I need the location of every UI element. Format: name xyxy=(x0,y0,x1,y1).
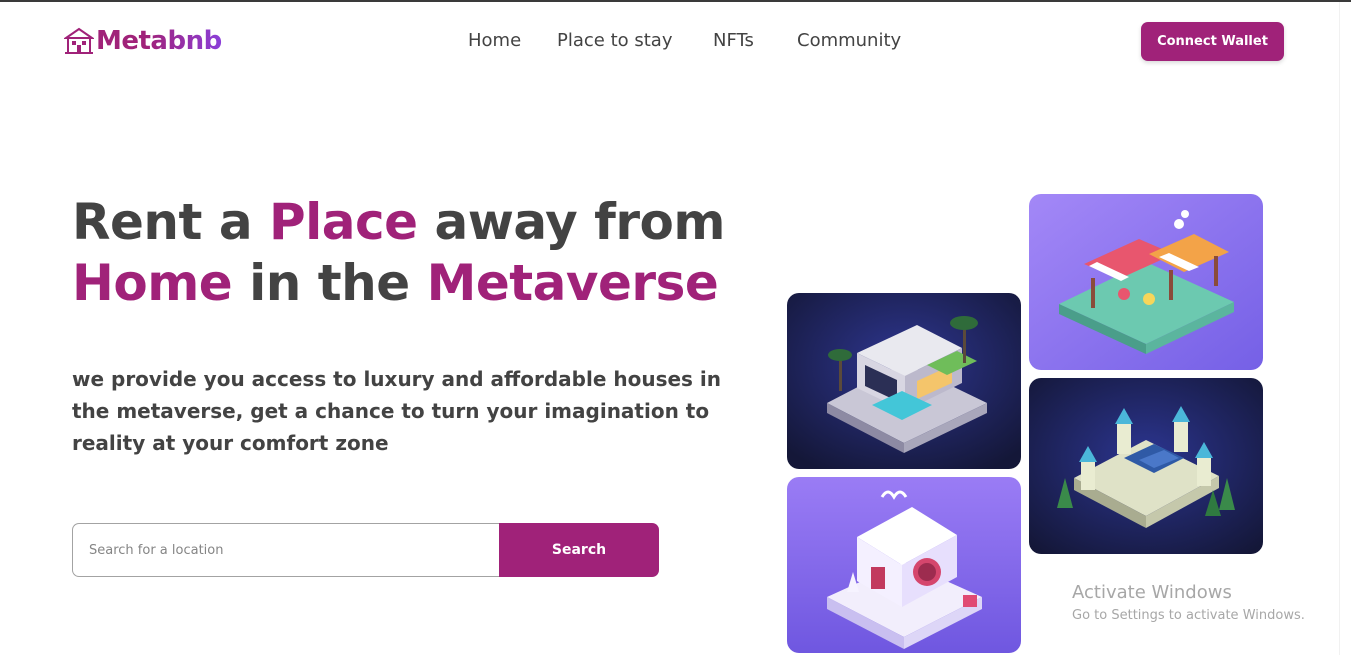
watermark-subtitle: Go to Settings to activate Windows. xyxy=(1072,608,1305,623)
watermark-title: Activate Windows xyxy=(1072,582,1232,603)
nft-card-castle[interactable] xyxy=(1029,378,1263,554)
nav-place-to-stay[interactable]: Place to stay xyxy=(557,30,673,51)
nft-card-modern-villa[interactable] xyxy=(787,293,1021,469)
hero-description: we provide you access to luxury and affo… xyxy=(72,367,722,455)
connect-wallet-button[interactable]: Connect Wallet xyxy=(1141,22,1284,61)
headline-part: Rent a xyxy=(72,193,269,251)
scrollbar[interactable] xyxy=(1339,2,1351,655)
headline-accent-home: Home xyxy=(72,254,233,312)
headline-part: away from xyxy=(417,193,725,251)
headline-accent-place: Place xyxy=(268,193,418,251)
modern-villa-image xyxy=(787,293,1021,469)
nav-nfts[interactable]: NFTs xyxy=(713,30,754,51)
nft-card-market-stall[interactable] xyxy=(1029,194,1263,370)
activate-windows-watermark: Activate Windows Go to Settings to activ… xyxy=(1072,582,1305,623)
castle-image xyxy=(1029,378,1263,554)
nav-community[interactable]: Community xyxy=(797,30,901,51)
search-button[interactable]: Search xyxy=(499,523,659,577)
brand-name: Metabnb xyxy=(96,26,222,56)
search-bar: Search xyxy=(72,523,659,577)
hero-headline: Rent a Place away from Home in the Metav… xyxy=(72,192,792,314)
market-stall-image xyxy=(1029,194,1263,370)
snow-cottage-image xyxy=(787,477,1021,653)
window-top-border xyxy=(0,0,1351,2)
nft-card-snow-cottage[interactable] xyxy=(787,477,1021,653)
headline-accent-metaverse: Metaverse xyxy=(426,254,719,312)
location-search-input[interactable] xyxy=(72,523,499,577)
headline-part: in the xyxy=(232,254,427,312)
house-logo-icon xyxy=(64,27,94,54)
brand-logo[interactable]: Metabnb xyxy=(64,26,222,56)
nav-home[interactable]: Home xyxy=(468,30,521,51)
